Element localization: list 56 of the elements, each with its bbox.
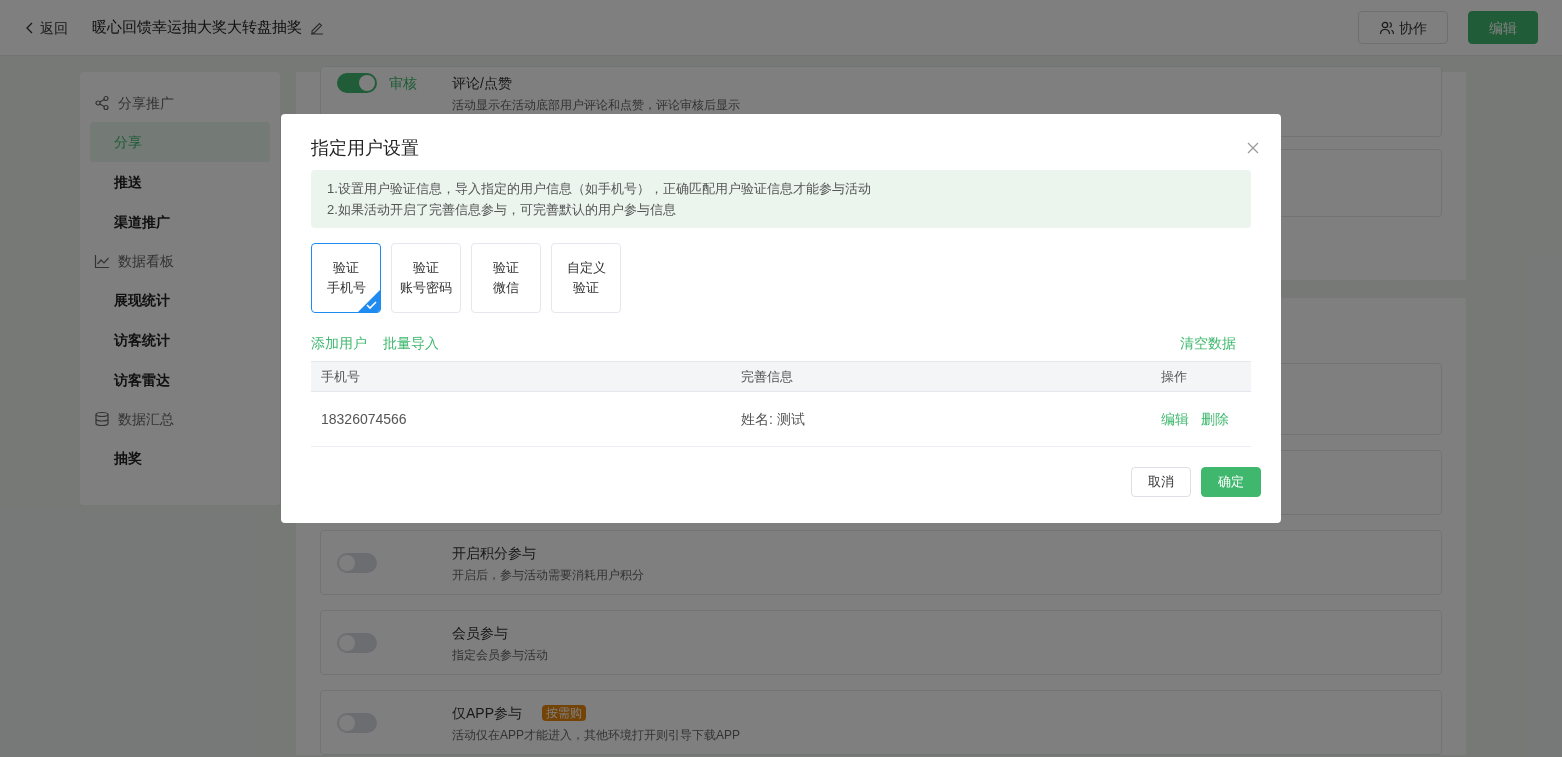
page-title: 暖心回馈幸运抽大奖大转盘抽奖 [92, 17, 302, 38]
column-header: 手机号 [320, 367, 361, 386]
setting-title: 仅APP参与 [452, 703, 522, 723]
option-label: 微信 [493, 279, 519, 297]
column-header: 完善信息 [741, 367, 794, 386]
secondary-button[interactable]: 取消 [1131, 467, 1191, 497]
clear-data-link[interactable]: 清空数据 [1180, 332, 1236, 353]
verify-option[interactable]: 自定义 验证 [551, 243, 621, 313]
option-label: 验证 [493, 259, 519, 277]
verify-option[interactable]: 验证 账号密码 [391, 243, 461, 313]
sidebar-item[interactable]: 抽奖 [90, 438, 270, 478]
tag: 按需购 [542, 704, 586, 721]
row-action-link[interactable]: 删除 [1201, 409, 1229, 429]
sidebar-item[interactable]: 访客雷达 [90, 360, 270, 400]
sidebar-item[interactable]: 展现统计 [90, 280, 270, 320]
row-action-link[interactable]: 编辑 [1161, 409, 1189, 429]
status-label: 审核 [389, 74, 417, 93]
option-label: 手机号 [326, 279, 366, 297]
line-chart-icon [94, 253, 110, 269]
sidebar-item[interactable]: 推送 [90, 162, 270, 202]
table-cell-text: 18326074566 [320, 410, 408, 429]
verify-option[interactable]: 验证 手机号 [311, 243, 381, 313]
back-link[interactable]: 返回 [24, 17, 68, 38]
setting-description: 活动仅在APP才能进入，其他环境打开则引导下载APP [452, 726, 741, 743]
column-header: 操作 [1161, 367, 1187, 386]
users-icon [1379, 19, 1395, 36]
sidebar-item[interactable]: 访客统计 [90, 320, 270, 360]
option-label: 自定义 [566, 259, 606, 277]
sidebar-item[interactable]: 渠道推广 [90, 202, 270, 242]
close-icon[interactable] [1247, 142, 1259, 154]
action-link[interactable]: 添加用户 [311, 332, 367, 353]
share-icon [94, 95, 110, 111]
primary-button[interactable]: 确定 [1201, 467, 1261, 497]
sidebar-group-label: 分享推广 [118, 94, 174, 113]
setting-description: 指定会员参与活动 [452, 646, 548, 663]
sidebar-group-label: 数据看板 [118, 252, 174, 271]
notice-text: 2.如果活动开启了完善信息参与，可完善默认的用户参与信息 [327, 201, 677, 219]
option-label: 验证 [333, 259, 359, 277]
table-cell-text: 姓名: 测试 [741, 410, 806, 429]
sidebar-group-label: 数据汇总 [118, 410, 174, 429]
option-label: 验证 [413, 259, 439, 277]
secondary-button[interactable]: 协作 [1358, 11, 1448, 44]
setting-description: 活动显示在活动底部用户评论和点赞，评论审核后显示 [452, 97, 740, 113]
notice-text: 1.设置用户验证信息，导入指定的用户信息（如手机号），正确匹配用户验证信息才能参与活动 [327, 180, 872, 198]
action-link[interactable]: 批量导入 [383, 332, 439, 353]
setting-title: 会员参与 [452, 623, 508, 643]
database-icon [94, 411, 110, 427]
setting-description: 开启后，参与活动需要消耗用户积分 [452, 566, 644, 583]
option-label: 账号密码 [400, 279, 452, 297]
option-label: 验证 [573, 279, 599, 297]
setting-title: 开启积分参与 [452, 543, 536, 563]
toggle-switch[interactable] [337, 73, 377, 93]
dialog-title: 指定用户设置 [311, 137, 419, 160]
edit-icon[interactable] [310, 20, 324, 35]
setting-title: 评论/点赞 [452, 74, 512, 93]
verify-option[interactable]: 验证 微信 [471, 243, 541, 313]
